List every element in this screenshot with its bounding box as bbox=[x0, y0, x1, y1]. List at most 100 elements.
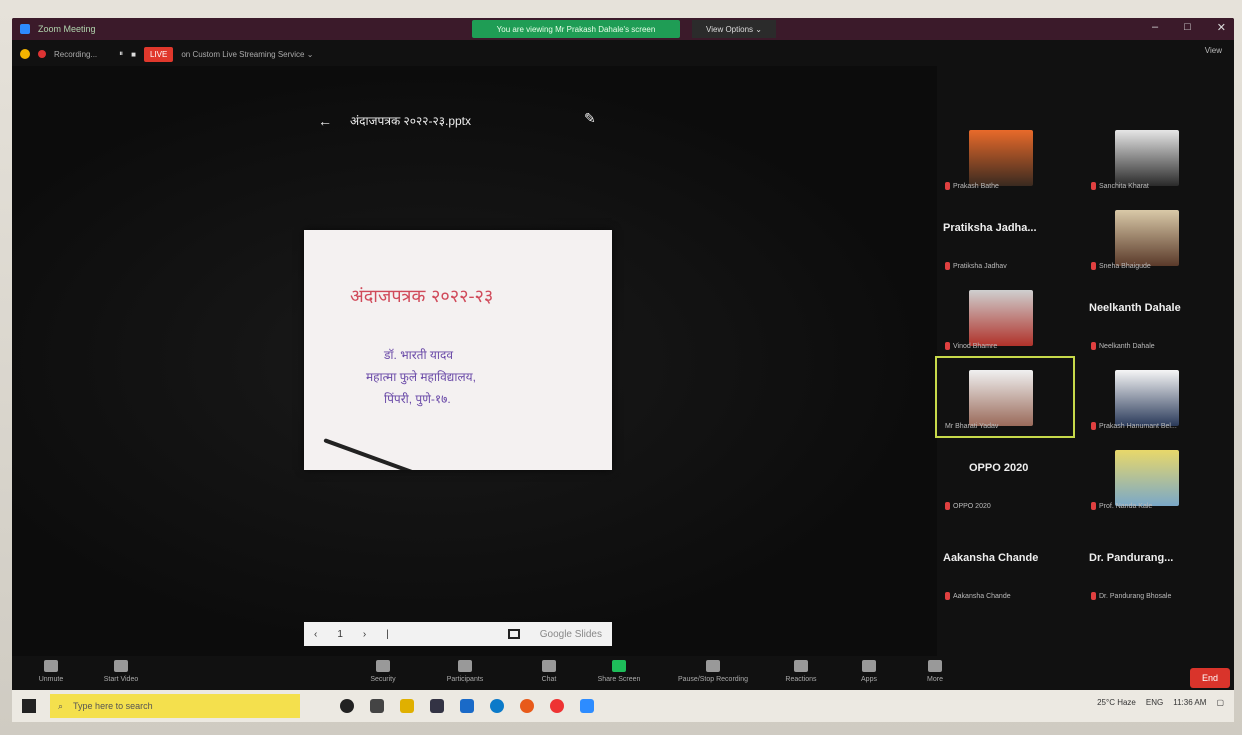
start-video-button[interactable]: Start Video bbox=[86, 660, 156, 683]
next-slide-button[interactable]: › bbox=[363, 629, 366, 640]
security-label: Security bbox=[370, 676, 396, 683]
share-screen-icon bbox=[612, 660, 626, 672]
prev-slide-button[interactable]: ‹ bbox=[314, 629, 317, 640]
more-button[interactable]: More bbox=[900, 660, 970, 683]
chat-bubble-icon bbox=[542, 660, 556, 672]
document-header: ← अंदाजपत्रक २०२२-२३.pptx bbox=[318, 112, 471, 129]
share-banner: You are viewing Mr Prakash Dahale's scre… bbox=[472, 20, 680, 38]
weather-label[interactable]: 25°C Haze bbox=[1097, 698, 1136, 707]
apps-button[interactable]: Apps bbox=[834, 660, 904, 683]
taskbar-search[interactable]: ⌕ Type here to search bbox=[50, 694, 300, 718]
slide-college: महात्मा फुले महाविद्यालय, bbox=[366, 370, 476, 384]
muted-mic-icon bbox=[945, 342, 950, 350]
participant-tile[interactable]: Sanchita Kharat bbox=[1083, 118, 1219, 196]
apps-label: Apps bbox=[861, 676, 877, 683]
file-explorer-icon[interactable] bbox=[400, 699, 414, 713]
smiley-icon bbox=[794, 660, 808, 672]
unmute-label: Unmute bbox=[38, 676, 64, 683]
shield-icon[interactable] bbox=[20, 49, 30, 59]
participant-tile[interactable]: Dr. Pandurang... Dr. Pandurang Bhosale bbox=[1083, 528, 1219, 606]
slides-icon bbox=[507, 629, 520, 639]
participant-name: Prof. Nanda Kale bbox=[1099, 502, 1153, 510]
participant-tile[interactable]: Vinod Bhamre bbox=[937, 278, 1073, 356]
participant-tile[interactable]: Prakash Hanumant Bel... bbox=[1083, 358, 1219, 436]
pause-recording-button[interactable]: Pause/Stop Recording bbox=[668, 660, 758, 683]
mail-icon[interactable] bbox=[460, 699, 474, 713]
start-video-label: Start Video bbox=[103, 676, 139, 683]
participant-display-name: OPPO 2020 bbox=[969, 462, 1029, 474]
security-button[interactable]: Security bbox=[348, 660, 418, 683]
participants-label: Participants bbox=[446, 676, 484, 683]
pointer-shadow bbox=[323, 438, 438, 470]
muted-mic-icon bbox=[945, 182, 950, 190]
slide-city: पिंपरी, पुणे-१७. bbox=[384, 392, 451, 406]
participant-tile[interactable]: Prof. Nanda Kale bbox=[1083, 438, 1219, 516]
participant-photo bbox=[1115, 370, 1179, 426]
pause-recording-button[interactable]: ⏸ bbox=[119, 49, 123, 59]
participants-button[interactable]: Participants bbox=[430, 660, 500, 683]
muted-mic-icon bbox=[1091, 182, 1096, 190]
reactions-label: Reactions bbox=[785, 676, 817, 683]
chat-button[interactable]: Chat bbox=[514, 660, 584, 683]
title-bar: Zoom Meeting You are viewing Mr Prakash … bbox=[12, 18, 1234, 40]
muted-mic-icon bbox=[1091, 592, 1096, 600]
end-meeting-button[interactable]: End bbox=[1189, 668, 1230, 688]
muted-mic-icon bbox=[945, 592, 950, 600]
participant-display-name: Pratiksha Jadha... bbox=[943, 222, 1037, 234]
back-arrow-icon[interactable]: ← bbox=[318, 113, 332, 129]
participant-tile[interactable]: Aakansha Chande Aakansha Chande bbox=[937, 528, 1073, 606]
browser-icon[interactable] bbox=[520, 699, 534, 713]
slides-view-label[interactable]: Google Slides bbox=[540, 629, 602, 640]
participant-photo bbox=[969, 370, 1033, 426]
participant-name: Pratiksha Jadhav bbox=[953, 262, 1007, 270]
share-screen-button[interactable]: Share Screen bbox=[584, 660, 654, 683]
slide-title: अंदाजपत्रक २०२२-२३ bbox=[350, 286, 494, 307]
live-stream-label[interactable]: on Custom Live Streaming Service ⌄ bbox=[181, 50, 313, 59]
participant-tile[interactable]: Sneha Bhaigude bbox=[1083, 198, 1219, 276]
windows-taskbar: ⌕ Type here to search 25°C Haze ENG 11:3… bbox=[12, 690, 1234, 722]
muted-mic-icon bbox=[945, 262, 950, 270]
minimize-button[interactable]: – bbox=[1152, 21, 1158, 34]
view-button[interactable]: View bbox=[1205, 46, 1222, 55]
participant-photo bbox=[969, 130, 1033, 186]
participant-name: Aakansha Chande bbox=[953, 592, 1011, 600]
participant-tile[interactable]: Pratiksha Jadha... Pratiksha Jadhav bbox=[937, 198, 1073, 276]
participant-name: Neelkanth Dahale bbox=[1099, 342, 1155, 350]
clock[interactable]: 11:36 AM bbox=[1173, 698, 1206, 707]
video-camera-icon bbox=[114, 660, 128, 672]
participant-photo bbox=[1115, 130, 1179, 186]
cortana-icon[interactable] bbox=[340, 699, 354, 713]
apps-icon bbox=[862, 660, 876, 672]
muted-mic-icon bbox=[1091, 422, 1096, 430]
participant-tile[interactable]: OPPO 2020 OPPO 2020 bbox=[937, 438, 1073, 516]
participant-name: OPPO 2020 bbox=[953, 502, 991, 510]
windows-start-icon[interactable] bbox=[22, 699, 36, 713]
notification-icon[interactable]: ▢ bbox=[1216, 698, 1224, 707]
recording-dot-icon bbox=[38, 50, 46, 58]
edit-pencil-icon[interactable]: ✎ bbox=[584, 110, 596, 127]
participant-display-name: Neelkanth Dahale bbox=[1089, 302, 1181, 314]
participant-gallery: Prakash Bathe Sanchita Kharat Pratiksha … bbox=[935, 118, 1234, 638]
close-button[interactable]: ✕ bbox=[1217, 21, 1226, 34]
shield-icon bbox=[376, 660, 390, 672]
participant-tile[interactable]: Prakash Bathe bbox=[937, 118, 1073, 196]
participant-tile[interactable]: Neelkanth Dahale Neelkanth Dahale bbox=[1083, 278, 1219, 356]
stop-recording-button[interactable]: ■ bbox=[131, 50, 136, 59]
store-icon[interactable] bbox=[430, 699, 444, 713]
task-view-icon[interactable] bbox=[370, 699, 384, 713]
active-speaker-tile[interactable]: Mr Bharati Yadav bbox=[935, 356, 1075, 438]
window-controls: – □ ✕ bbox=[1152, 21, 1226, 34]
zoom-icon[interactable] bbox=[580, 699, 594, 713]
view-options-button[interactable]: View Options ⌄ bbox=[692, 20, 776, 38]
recording-status: Recording... bbox=[54, 49, 98, 59]
pause-icon bbox=[706, 660, 720, 672]
reactions-button[interactable]: Reactions bbox=[766, 660, 836, 683]
maximize-button[interactable]: □ bbox=[1184, 21, 1191, 34]
edge-icon[interactable] bbox=[490, 699, 504, 713]
participant-display-name: Aakansha Chande bbox=[943, 552, 1039, 564]
language-label[interactable]: ENG bbox=[1146, 698, 1163, 707]
unmute-button[interactable]: Unmute bbox=[16, 660, 86, 683]
presentation-slide: अंदाजपत्रक २०२२-२३ डॉ. भारती यादव महात्म… bbox=[304, 230, 612, 470]
live-badge[interactable]: LIVE bbox=[143, 46, 174, 62]
chrome-icon[interactable] bbox=[550, 699, 564, 713]
